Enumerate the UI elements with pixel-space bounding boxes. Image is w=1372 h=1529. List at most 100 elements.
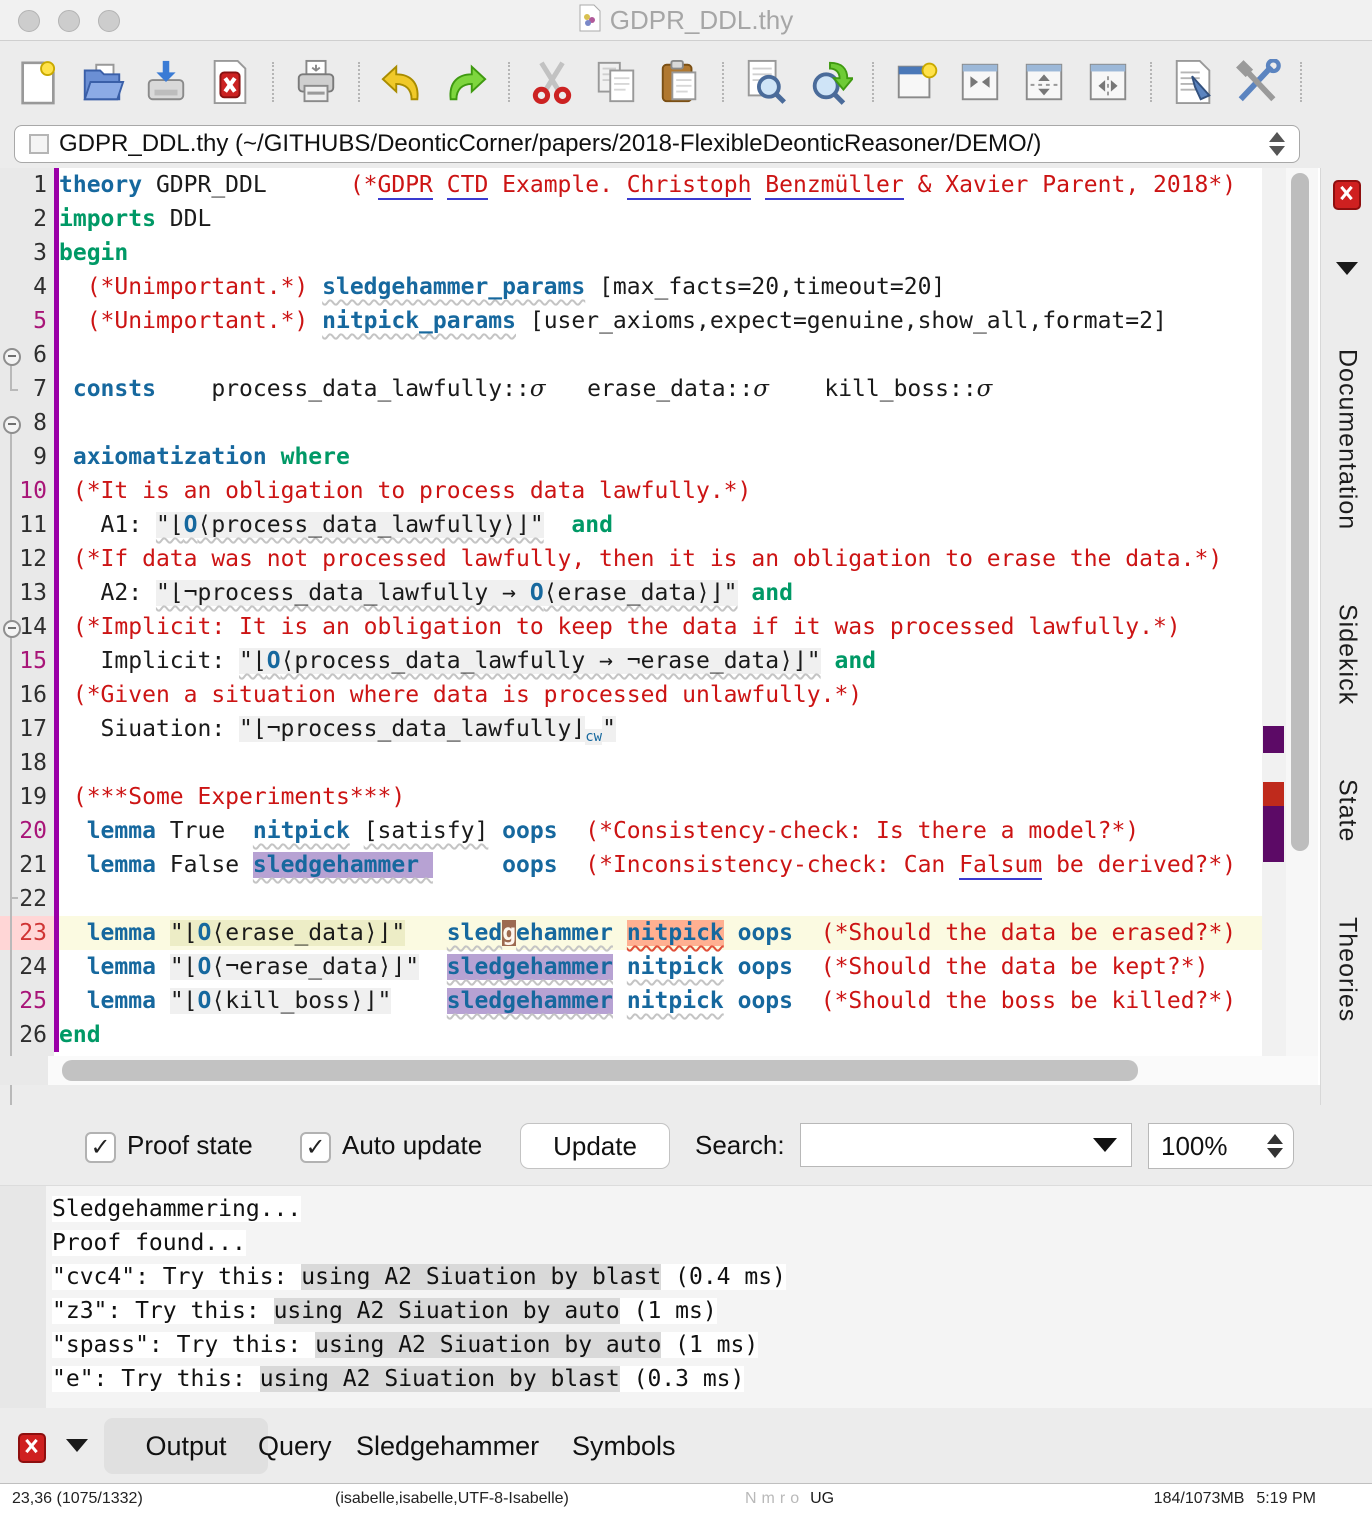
zoom-spinner[interactable]: 100%: [1148, 1123, 1294, 1169]
overview-marker[interactable]: [1263, 806, 1284, 862]
copy-button[interactable]: [590, 56, 642, 108]
code-line[interactable]: [59, 338, 1262, 372]
zoom-value: 100%: [1149, 1131, 1267, 1162]
proof-state-label: Proof state: [127, 1130, 253, 1161]
sendback-proof-text[interactable]: using A2 Siuation by auto: [315, 1332, 661, 1358]
code-line[interactable]: begin: [59, 236, 1262, 270]
code-line[interactable]: consts process_data_lawfully::σ erase_da…: [59, 372, 1262, 406]
memory-indicator[interactable]: 184/1073MB: [1154, 1490, 1245, 1508]
find-button[interactable]: [740, 56, 792, 108]
code-line[interactable]: (*Implicit: It is an obligation to keep …: [59, 610, 1262, 644]
code-line[interactable]: lemma "⌊O⟨kill_boss⟩⌋" sledgehammer nitp…: [59, 984, 1262, 1018]
tab-query[interactable]: Query: [238, 1418, 352, 1474]
dock-tab-documentation[interactable]: Documentation: [1333, 349, 1362, 530]
code-line[interactable]: [59, 406, 1262, 440]
vertical-scrollbar-thumb[interactable]: [1291, 173, 1309, 851]
tab-sledgehammer[interactable]: Sledgehammer: [336, 1418, 559, 1474]
document-structure-button[interactable]: [1168, 56, 1220, 108]
vertical-scrollbar[interactable]: [1286, 168, 1318, 1056]
print-button[interactable]: [290, 56, 342, 108]
sendback-proof-text[interactable]: using A2 Siuation by blast: [301, 1264, 661, 1290]
new-file-button[interactable]: [12, 56, 64, 108]
code-line[interactable]: Implicit: "⌊O⟨process_data_lawfully → ¬e…: [59, 644, 1262, 678]
auto-update-checkbox[interactable]: ✓: [300, 1132, 331, 1163]
output-line: "e": Try this: using A2 Siuation by blas…: [46, 1362, 1372, 1396]
edit-mode-flags: NmroUG: [745, 1490, 834, 1508]
split-vertical-button[interactable]: [1082, 56, 1134, 108]
overview-error-strip[interactable]: [1262, 168, 1286, 1056]
gutter-line-number: 21: [0, 848, 54, 882]
save-file-button[interactable]: [140, 56, 192, 108]
sendback-proof-text[interactable]: using A2 Siuation by blast: [260, 1366, 620, 1392]
code-line[interactable]: lemma "⌊O⟨erase_data⟩⌋" sledgehammer nit…: [59, 916, 1262, 950]
code-line[interactable]: theory GDPR_DDL (*GDPR CTD Example. Chri…: [59, 168, 1262, 202]
window-title: GDPR_DDL.thy: [610, 5, 794, 36]
overview-marker[interactable]: [1263, 782, 1284, 806]
horizontal-scrollbar[interactable]: [48, 1056, 1318, 1085]
find-next-button[interactable]: [804, 56, 856, 108]
code-line[interactable]: [59, 746, 1262, 780]
gutter-line-number: 1: [0, 168, 54, 202]
overview-marker[interactable]: [1263, 726, 1284, 753]
code-line[interactable]: lemma False sledgehammer oops (*Inconsis…: [59, 848, 1262, 882]
output-margin: [0, 1186, 46, 1409]
horizontal-scrollbar-thumb[interactable]: [62, 1060, 1138, 1081]
code-line[interactable]: (*Given a situation where data is proces…: [59, 678, 1262, 712]
output-line: Sledgehammering...: [46, 1192, 1372, 1226]
unsplit-button[interactable]: [954, 56, 1006, 108]
text-editor[interactable]: 1234567891011121314151617181920212223242…: [0, 168, 1372, 1085]
code-line[interactable]: (*If data was not processed lawfully, th…: [59, 542, 1262, 576]
tab-symbols[interactable]: Symbols: [552, 1418, 696, 1474]
close-output-dock-icon[interactable]: [18, 1433, 46, 1463]
open-file-button[interactable]: [76, 56, 128, 108]
code-line[interactable]: (*It is an obligation to process data la…: [59, 474, 1262, 508]
gutter-line-number: 5: [0, 304, 54, 338]
split-horizontal-button[interactable]: [1018, 56, 1070, 108]
gutter-line-number: 18: [0, 746, 54, 780]
gutter-line-number: 14: [0, 610, 54, 644]
code-line[interactable]: end: [59, 1018, 1262, 1052]
buffer-switcher[interactable]: GDPR_DDL.thy (~/GITHUBS/DeonticCorner/pa…: [14, 125, 1300, 163]
dock-tab-sidekick[interactable]: Sidekick: [1333, 604, 1362, 705]
code-line[interactable]: Siuation: "⌊¬process_data_lawfully⌋cw": [59, 712, 1262, 746]
close-file-button[interactable]: [204, 56, 256, 108]
buffer-bar: GDPR_DDL.thy (~/GITHUBS/DeonticCorner/pa…: [0, 122, 1372, 168]
cut-button[interactable]: [526, 56, 578, 108]
output-line: "z3": Try this: using A2 Siuation by aut…: [46, 1294, 1372, 1328]
new-view-button[interactable]: [890, 56, 942, 108]
redo-button[interactable]: [440, 56, 492, 108]
output-dock-menu-icon[interactable]: [66, 1439, 88, 1452]
proof-state-checkbox[interactable]: ✓: [85, 1132, 116, 1163]
right-dock-strip: Documentation Sidekick State Theories: [1320, 168, 1372, 1105]
undo-button[interactable]: [376, 56, 428, 108]
search-label: Search:: [695, 1130, 785, 1161]
code-line[interactable]: A2: "⌊¬process_data_lawfully → O⟨erase_d…: [59, 576, 1262, 610]
sendback-proof-text[interactable]: using A2 Siuation by auto: [274, 1298, 620, 1324]
code-line[interactable]: lemma "⌊O⟨¬erase_data⟩⌋" sledgehammer ni…: [59, 950, 1262, 984]
code-line[interactable]: lemma True nitpick [satisfy] oops (*Cons…: [59, 814, 1262, 848]
dock-tab-theories[interactable]: Theories: [1333, 917, 1362, 1022]
close-dock-icon[interactable]: [1333, 180, 1361, 210]
dock-menu-icon[interactable]: [1336, 262, 1358, 275]
code-line[interactable]: imports DDL: [59, 202, 1262, 236]
code-line[interactable]: (***Some Experiments***): [59, 780, 1262, 814]
gutter-line-number: 4: [0, 270, 54, 304]
gutter-line-number: 22: [0, 882, 54, 916]
paste-button[interactable]: [654, 56, 706, 108]
update-button[interactable]: Update: [520, 1123, 670, 1169]
output-panel: Sledgehammering...Proof found..."cvc4": …: [0, 1185, 1372, 1409]
editor-gutter[interactable]: 1234567891011121314151617181920212223242…: [0, 168, 54, 1056]
code-area[interactable]: theory GDPR_DDL (*GDPR CTD Example. Chri…: [59, 168, 1262, 1052]
code-line[interactable]: (*Unimportant.*) sledgehammer_params [ma…: [59, 270, 1262, 304]
combo-dropdown-icon[interactable]: [1093, 1138, 1117, 1152]
code-line[interactable]: A1: "⌊O⟨process_data_lawfully⟩⌋" and: [59, 508, 1262, 542]
search-combobox[interactable]: [800, 1123, 1132, 1167]
dock-tab-state[interactable]: State: [1333, 779, 1362, 842]
code-line[interactable]: [59, 882, 1262, 916]
code-line[interactable]: (*Unimportant.*) nitpick_params [user_ax…: [59, 304, 1262, 338]
caret-position: 23,36 (1075/1332): [12, 1490, 143, 1508]
code-line[interactable]: axiomatization where: [59, 440, 1262, 474]
zoom-spinner-arrows-icon[interactable]: [1267, 1134, 1283, 1158]
global-options-button[interactable]: [1232, 56, 1284, 108]
buffer-switcher-arrows-icon[interactable]: [1269, 132, 1285, 156]
